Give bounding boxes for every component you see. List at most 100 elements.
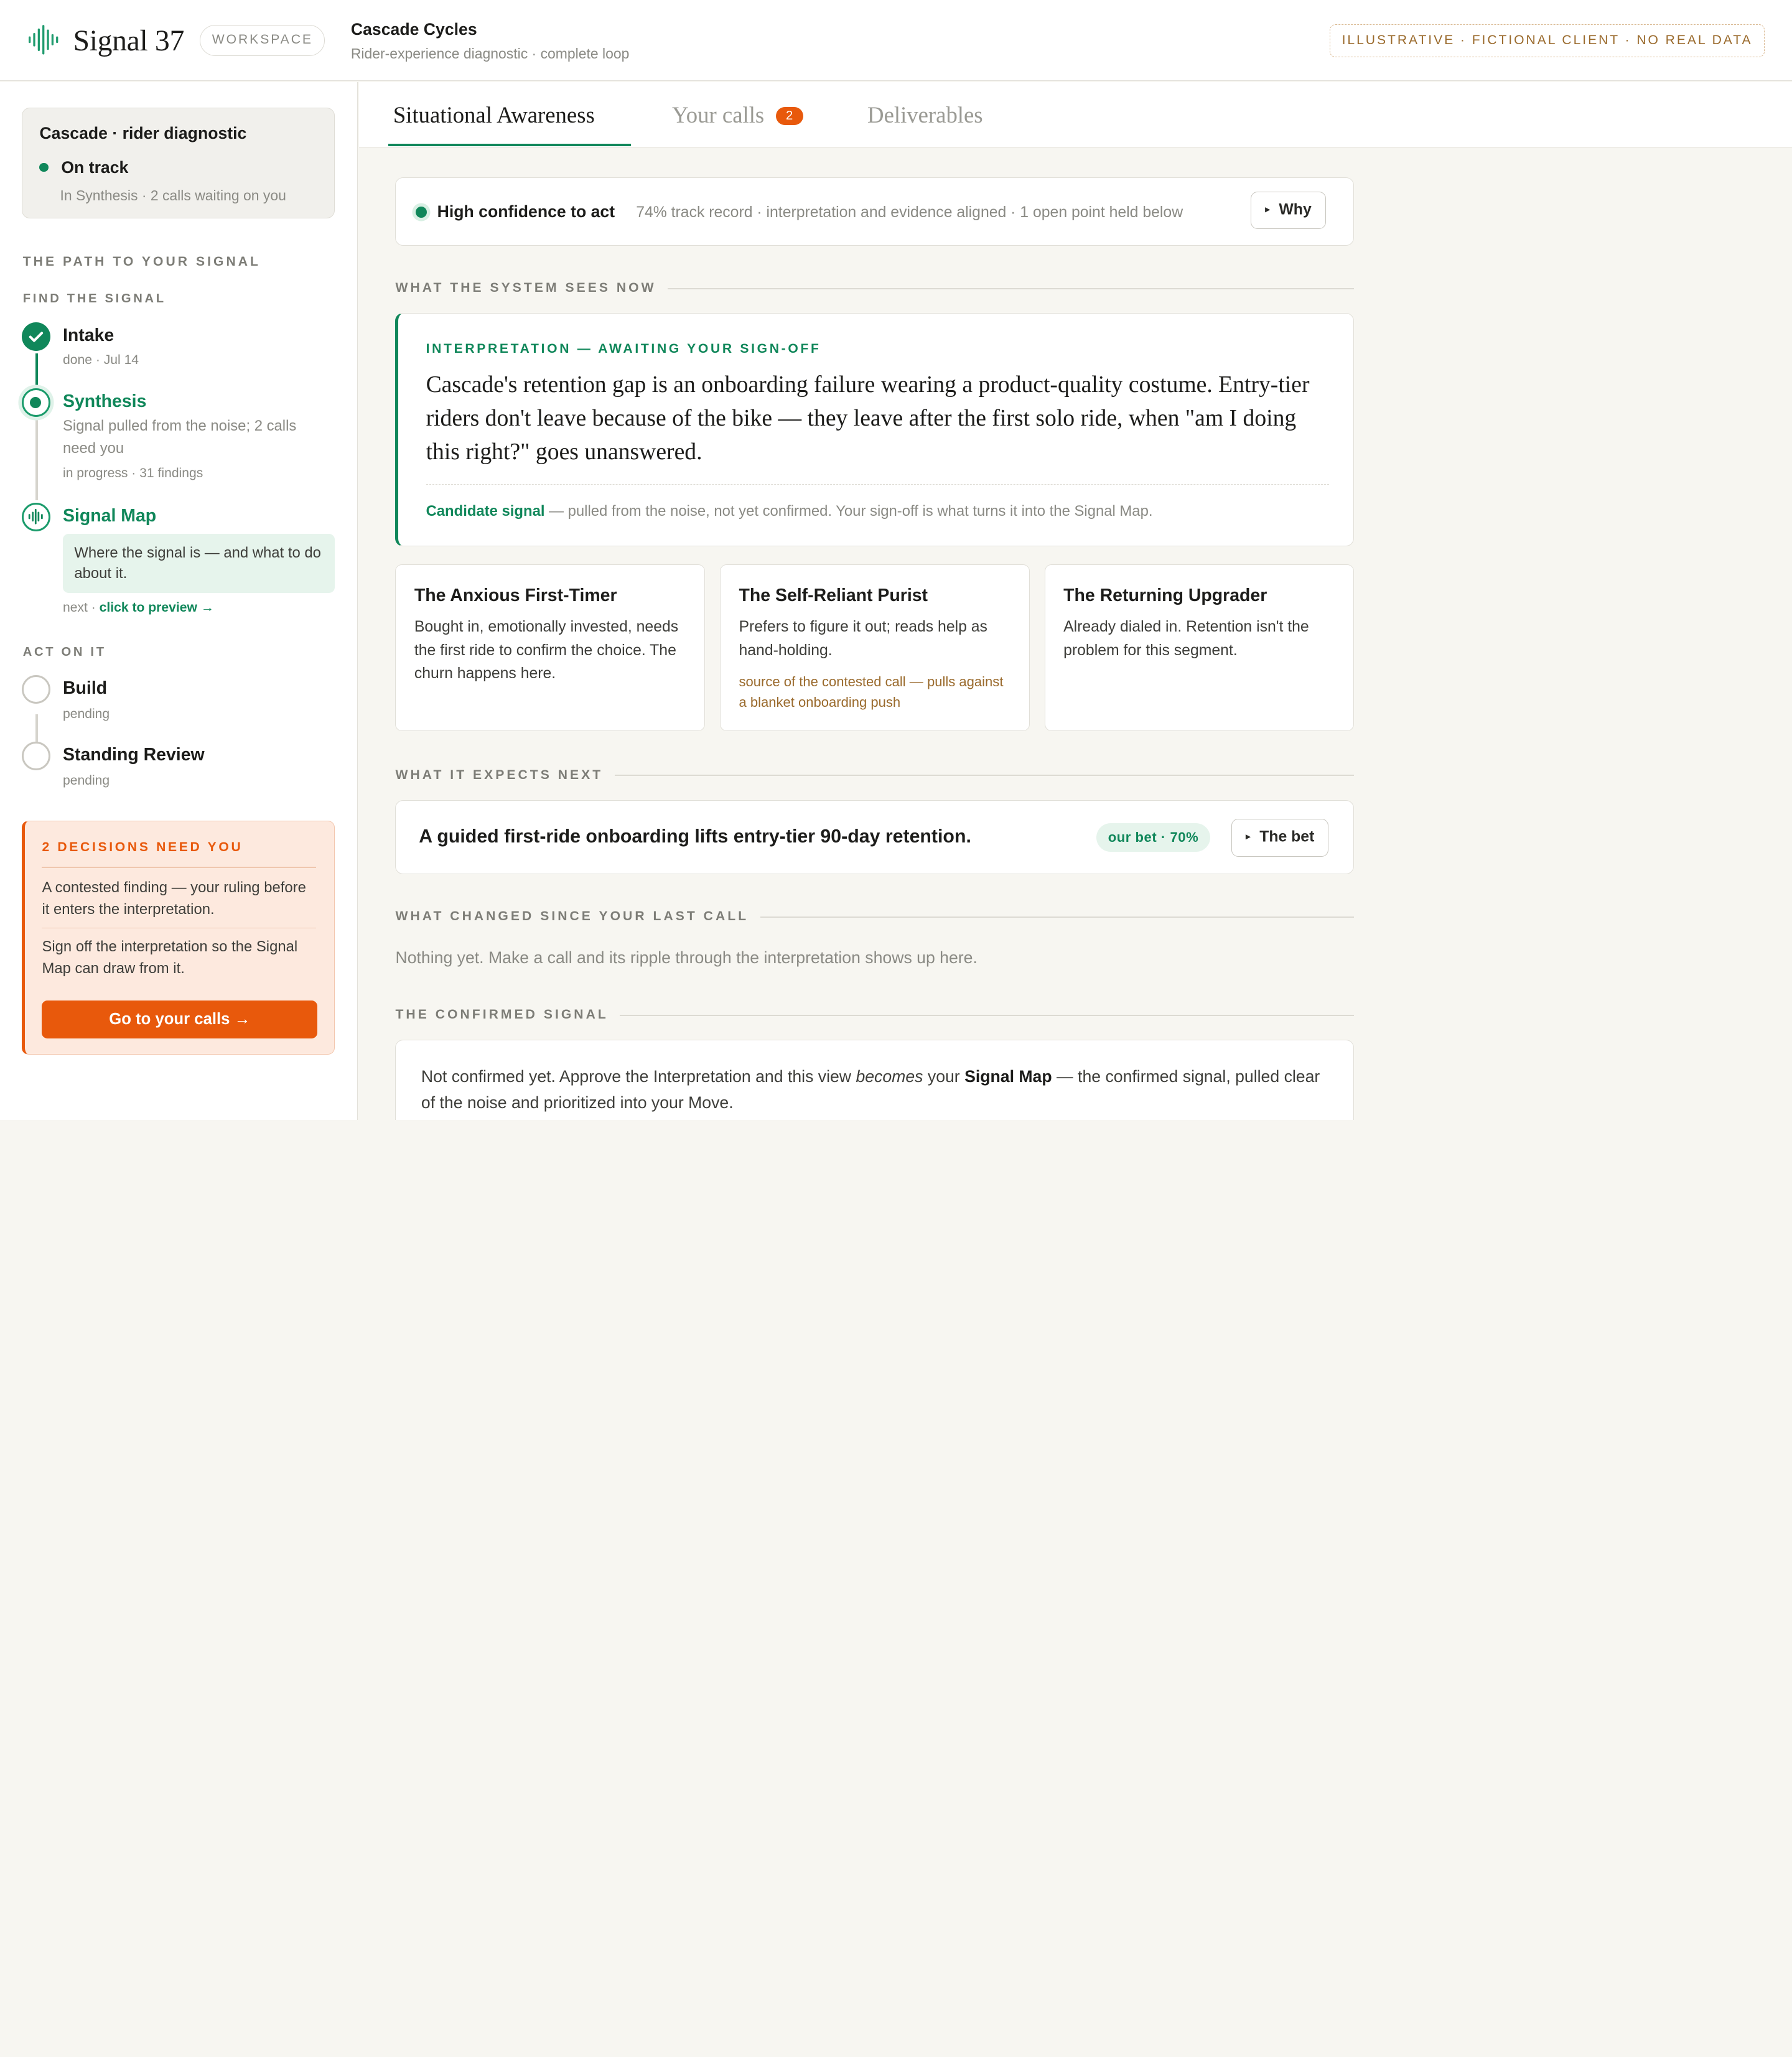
step-description: Signal pulled from the noise; 2 calls ne… — [63, 417, 297, 457]
section-label: WHAT IT EXPECTS NEXT — [395, 765, 615, 784]
divider — [42, 867, 317, 869]
confidence-banner: High confidence to act 74% track record … — [395, 177, 1355, 246]
decision-item[interactable]: Sign off the interpretation so the Signa… — [42, 936, 316, 980]
segment-card[interactable]: The Returning Upgrader Already dialed in… — [1044, 564, 1355, 732]
step-build[interactable]: Build pending — [21, 675, 342, 727]
act-heading: ACT ON IT — [22, 645, 106, 659]
step-meta: done · Jul 14 — [63, 352, 139, 367]
decisions-title: 2 DECISIONS NEED YOU — [42, 840, 243, 855]
segment-description: Prefers to figure it out; reads help as … — [739, 618, 987, 659]
client-subtitle: Rider-experience diagnostic · complete l… — [350, 45, 630, 62]
segment-note: source of the contested call — pulls aga… — [739, 674, 1004, 711]
disclaimer-badge: ILLUSTRATIVE · FICTIONAL CLIENT · NO REA… — [1330, 24, 1765, 57]
in-progress-icon — [21, 388, 50, 417]
preview-link[interactable]: click to preview → — [100, 600, 214, 615]
step-next: next · click to preview → — [63, 600, 214, 616]
segment-title: The Anxious First-Timer — [414, 585, 617, 605]
step-name: Intake — [63, 325, 114, 345]
active-tab-indicator — [388, 144, 631, 147]
confirmed-text-part: your — [923, 1067, 965, 1086]
changed-empty-text: Nothing yet. Make a call and its ripple … — [395, 948, 978, 967]
segment-description: Bought in, emotionally invested, needs t… — [414, 618, 679, 683]
tab-label: Situational Awareness — [393, 102, 595, 128]
interpretation-heading: INTERPRETATION — AWAITING YOUR SIGN-OFF — [426, 342, 821, 357]
decisions-panel: 2 DECISIONS NEED YOU A contested finding… — [21, 820, 335, 1055]
the-bet-button[interactable]: ▸ The bet — [1231, 819, 1329, 857]
project-title: Cascade · rider diagnostic — [39, 123, 247, 142]
section-header-sees-now: WHAT THE SYSTEM SEES NOW — [395, 279, 1355, 297]
confidence-label: High confidence to act — [437, 202, 615, 222]
interpretation-card: INTERPRETATION — AWAITING YOUR SIGN-OFF … — [395, 313, 1355, 546]
section-label: WHAT THE SYSTEM SEES NOW — [395, 279, 668, 297]
confirmed-emphasis: becomes — [856, 1067, 923, 1086]
status-dot-icon — [415, 206, 427, 218]
step-meta: pending — [63, 707, 110, 722]
segment-description: Already dialed in. Retention isn't the p… — [1063, 618, 1309, 659]
step-meta: in progress · 31 findings — [63, 465, 203, 480]
segment-card[interactable]: The Anxious First-Timer Bought in, emoti… — [395, 564, 706, 732]
section-header-changed: WHAT CHANGED SINCE YOUR LAST CALL — [395, 907, 1355, 926]
project-subtitle: In Synthesis · 2 calls waiting on you — [60, 187, 286, 204]
step-intake[interactable]: Intake done · Jul 14 — [21, 322, 342, 374]
confirmed-signal-card: Not confirmed yet. Approve the Interpret… — [395, 1040, 1355, 1120]
project-status: On track — [39, 157, 128, 178]
tab-situational-awareness[interactable]: Situational Awareness — [393, 101, 595, 129]
candidate-signal-label: Candidate signal — [426, 503, 545, 520]
signal-map-preview: Where the signal is — and what to do abo… — [63, 533, 335, 594]
divider — [42, 927, 317, 929]
brand-name: Signal 37 — [73, 24, 185, 58]
step-synthesis[interactable]: Synthesis Signal pulled from the noise; … — [21, 388, 342, 484]
step-meta: pending — [63, 773, 110, 788]
segment-card[interactable]: The Self-Reliant Purist Prefers to figur… — [720, 564, 1030, 732]
bet-card: A guided first-ride onboarding lifts ent… — [395, 800, 1355, 875]
divider — [426, 483, 1329, 485]
client-info: Cascade Cycles Rider-experience diagnost… — [351, 19, 630, 63]
section-label: THE CONFIRMED SIGNAL — [395, 1005, 620, 1024]
decision-item[interactable]: A contested finding — your ruling before… — [42, 877, 316, 921]
tab-your-calls[interactable]: Your calls 2 — [672, 101, 803, 129]
candidate-signal-text: — pulled from the noise, not yet confirm… — [544, 503, 1153, 520]
step-name: Build — [63, 678, 108, 699]
confirmed-text-part: Not confirmed yet. Approve the Interpret… — [421, 1067, 856, 1086]
check-icon — [21, 322, 50, 351]
path-heading: THE PATH TO YOUR SIGNAL — [22, 254, 261, 269]
brand-logo[interactable]: Signal 37 — [27, 25, 184, 57]
segment-title: The Self-Reliant Purist — [739, 585, 928, 605]
bet-text: A guided first-ride onboarding lifts ent… — [419, 826, 971, 847]
workspace-pill[interactable]: WORKSPACE — [200, 25, 325, 56]
segment-title: The Returning Upgrader — [1063, 585, 1267, 605]
why-button[interactable]: ▸ Why — [1251, 191, 1326, 230]
waveform-icon — [29, 25, 58, 55]
go-to-calls-button[interactable]: Go to your calls → — [42, 1001, 318, 1038]
sidebar: Cascade · rider diagnostic On track In S… — [0, 82, 358, 1120]
next-prefix: next · — [63, 600, 100, 615]
bet-confidence-pill: our bet · 70% — [1096, 823, 1210, 852]
why-label: Why — [1279, 201, 1312, 218]
step-name: Signal Map — [63, 505, 157, 526]
waveform-icon — [21, 503, 50, 532]
step-name: Synthesis — [63, 391, 147, 412]
pending-icon — [21, 742, 50, 770]
caret-right-icon: ▸ — [1265, 204, 1270, 215]
section-header-confirmed: THE CONFIRMED SIGNAL — [395, 1005, 1355, 1024]
section-label: WHAT CHANGED SINCE YOUR LAST CALL — [395, 907, 760, 926]
section-header-expects-next: WHAT IT EXPECTS NEXT — [395, 765, 1355, 784]
status-dot-icon — [39, 162, 49, 172]
tab-bar: Situational Awareness Your calls 2 Delive… — [358, 82, 1792, 147]
calls-count-badge: 2 — [775, 106, 803, 126]
client-name: Cascade Cycles — [350, 20, 477, 39]
confidence-detail: 74% track record · interpretation and ev… — [636, 204, 1183, 222]
pending-icon — [21, 675, 50, 704]
project-status-label: On track — [61, 157, 129, 177]
signal-map-strong: Signal Map — [964, 1067, 1052, 1086]
project-card[interactable]: Cascade · rider diagnostic On track In S… — [21, 107, 335, 218]
caret-right-icon: ▸ — [1246, 832, 1251, 842]
confirmed-signal-text: Not confirmed yet. Approve the Interpret… — [421, 1063, 1324, 1116]
step-standing-review[interactable]: Standing Review pending — [21, 742, 342, 793]
step-signal-map[interactable]: Signal Map Where the signal is — and wha… — [21, 503, 342, 617]
the-bet-label: The bet — [1259, 828, 1315, 846]
tab-deliverables[interactable]: Deliverables — [867, 101, 983, 129]
interpretation-text: Cascade's retention gap is an onboarding… — [426, 371, 1310, 465]
main-panel: Situational Awareness Your calls 2 Delive… — [358, 82, 1792, 1120]
step-name: Standing Review — [63, 744, 205, 765]
